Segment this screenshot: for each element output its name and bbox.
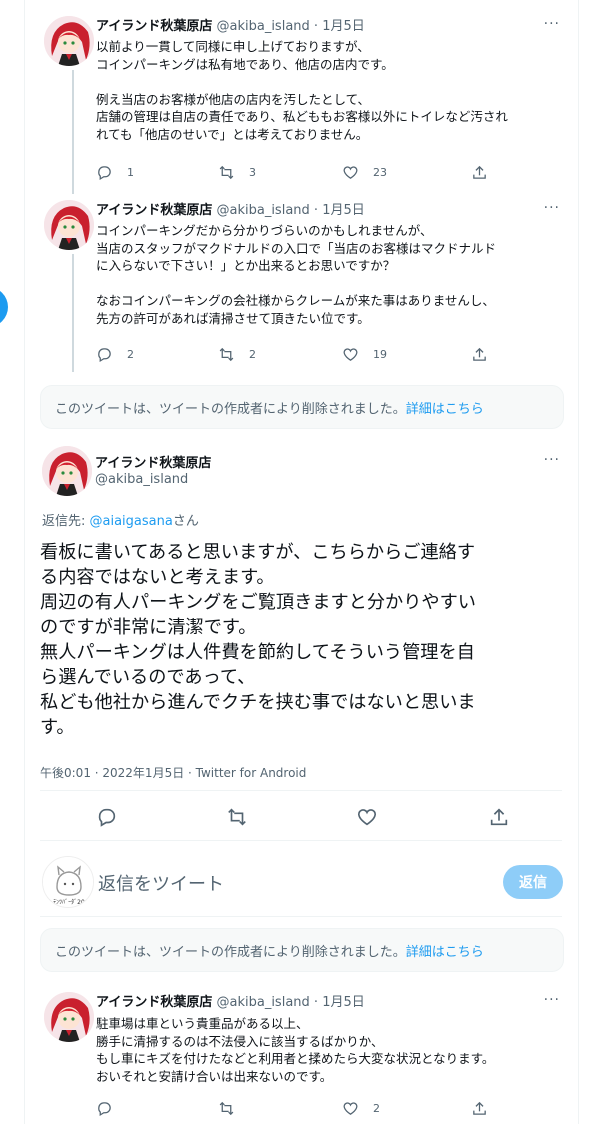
tweet-header: アイランド秋葉原店 @akiba_island · 1月5日 bbox=[96, 994, 365, 1012]
share-button[interactable] bbox=[471, 164, 488, 181]
deleted-notice-text: このツイートは、ツイートの作成者により削除されました。 bbox=[55, 944, 406, 960]
tweet-date[interactable]: 1月5日 bbox=[322, 995, 365, 1010]
tweet-actions: 2 bbox=[96, 1100, 496, 1120]
tweet-text: 以前より一貫して同様に申し上げておりますが、 コインパーキングは私有地であり、他… bbox=[96, 39, 508, 142]
tweet-date[interactable]: 1月5日 bbox=[322, 203, 365, 218]
retweet-count: 3 bbox=[249, 166, 256, 179]
divider bbox=[40, 916, 562, 917]
avatar[interactable] bbox=[44, 200, 94, 250]
main-user-handle[interactable]: @akiba_island bbox=[95, 472, 188, 487]
retweet-button[interactable] bbox=[218, 1100, 249, 1117]
details-link[interactable]: 詳細はこちら bbox=[406, 398, 484, 417]
reply-icon bbox=[98, 808, 116, 827]
display-name[interactable]: アイランド秋葉原店 bbox=[96, 19, 212, 34]
reply-button[interactable] bbox=[96, 806, 118, 828]
reply-mention[interactable]: @aiaigasana bbox=[90, 514, 173, 529]
display-name[interactable]: アイランド秋葉原店 bbox=[96, 995, 212, 1010]
tweet-actions: 2 2 19 bbox=[96, 346, 496, 366]
more-icon[interactable]: ··· bbox=[544, 452, 560, 468]
retweet-button[interactable] bbox=[226, 806, 248, 828]
like-button[interactable] bbox=[356, 806, 378, 828]
tweet-text: 駐車場は車という貴重品がある以上、 勝手に清掃するのは不法侵入に該当するばかりか… bbox=[96, 1016, 495, 1084]
like-icon bbox=[357, 809, 377, 826]
like-count: 19 bbox=[373, 348, 387, 361]
reply-submit-button[interactable]: 返信 bbox=[503, 865, 563, 899]
reply-icon bbox=[98, 348, 111, 363]
retweet-icon bbox=[228, 808, 246, 826]
deleted-tweet-notice: このツイートは、ツイートの作成者により削除されました。 詳細はこちら bbox=[40, 928, 564, 972]
tweet-actions: 1 3 23 bbox=[96, 164, 496, 184]
main-display-name[interactable]: アイランド秋葉原店 bbox=[95, 452, 211, 471]
separator-dot: · bbox=[313, 19, 319, 34]
share-icon bbox=[473, 165, 486, 179]
composer-avatar[interactable]: ﾃﾝﾂﾊﾞｰﾀﾞ20 bbox=[42, 856, 94, 908]
more-icon[interactable]: ··· bbox=[544, 992, 560, 1008]
like-count: 2 bbox=[373, 1102, 380, 1115]
tweet-1[interactable]: アイランド秋葉原店 @akiba_island · 1月5日 ··· 以前より一… bbox=[24, 10, 578, 190]
replying-to: 返信先: @aiaigasanaさん bbox=[42, 510, 199, 529]
composer-avatar-caption: ﾃﾝﾂﾊﾞｰﾀﾞ20 bbox=[53, 899, 85, 906]
share-button[interactable] bbox=[488, 806, 510, 828]
avatar[interactable] bbox=[44, 992, 94, 1042]
tweet-2[interactable]: アイランド秋葉原店 @akiba_island · 1月5日 ··· コインパー… bbox=[24, 194, 578, 374]
more-icon[interactable]: ··· bbox=[544, 200, 560, 216]
divider bbox=[40, 790, 562, 791]
main-tweet-actions bbox=[40, 806, 562, 832]
tweet-date[interactable]: 1月5日 bbox=[322, 19, 365, 34]
retweet-count: 2 bbox=[249, 348, 256, 361]
share-button[interactable] bbox=[471, 346, 488, 363]
like-count: 23 bbox=[373, 166, 387, 179]
retweet-icon bbox=[219, 1101, 234, 1116]
main-avatar[interactable] bbox=[42, 446, 92, 496]
share-button[interactable] bbox=[471, 1100, 488, 1117]
user-handle[interactable]: @akiba_island bbox=[217, 19, 310, 34]
divider bbox=[40, 840, 562, 841]
tweet-header: アイランド秋葉原店 @akiba_island · 1月5日 bbox=[96, 18, 365, 36]
user-handle[interactable]: @akiba_island bbox=[217, 203, 310, 218]
like-icon bbox=[343, 1102, 358, 1115]
retweet-icon bbox=[219, 165, 234, 180]
reply-prefix: 返信先: bbox=[42, 514, 90, 529]
separator-dot: · bbox=[313, 203, 319, 218]
reply-suffix: さん bbox=[172, 514, 199, 529]
like-button[interactable]: 2 bbox=[342, 1100, 380, 1117]
reply-count: 1 bbox=[127, 166, 134, 179]
timeline-border-right bbox=[578, 0, 579, 1124]
like-icon bbox=[343, 166, 358, 179]
reply-button[interactable] bbox=[96, 1100, 127, 1117]
reply-button[interactable]: 2 bbox=[96, 346, 134, 363]
share-icon bbox=[473, 347, 486, 361]
display-name[interactable]: アイランド秋葉原店 bbox=[96, 203, 212, 218]
deleted-notice-text: このツイートは、ツイートの作成者により削除されました。 bbox=[55, 401, 406, 417]
tweet-3[interactable]: アイランド秋葉原店 @akiba_island · 1月5日 ··· 駐車場は車… bbox=[24, 986, 578, 1124]
tweet-meta[interactable]: 午後0:01 · 2022年1月5日 · Twitter for Android bbox=[40, 764, 306, 781]
reply-count: 2 bbox=[127, 348, 134, 361]
compose-fab-edge[interactable] bbox=[0, 287, 8, 327]
more-icon[interactable]: ··· bbox=[544, 16, 560, 32]
main-tweet-text: 看板に書いてあると思いますが、こちらからご連絡す る内容ではないと考えます。 周… bbox=[40, 542, 476, 738]
retweet-icon bbox=[219, 347, 234, 362]
tweet-header: アイランド秋葉原店 @akiba_island · 1月5日 bbox=[96, 202, 365, 220]
deleted-tweet-notice: このツイートは、ツイートの作成者により削除されました。 詳細はこちら bbox=[40, 385, 564, 429]
like-icon bbox=[343, 348, 358, 361]
reply-button[interactable]: 1 bbox=[96, 164, 134, 181]
avatar[interactable] bbox=[44, 16, 94, 66]
retweet-button[interactable]: 2 bbox=[218, 346, 256, 363]
retweet-button[interactable]: 3 bbox=[218, 164, 256, 181]
reply-icon bbox=[98, 1102, 111, 1117]
reply-input[interactable]: 返信をツイート bbox=[98, 870, 224, 896]
like-button[interactable]: 23 bbox=[342, 164, 387, 181]
tweet-text: コインパーキングだから分かりづらいのかもしれませんが、 当店のスタッフがマクドナ… bbox=[96, 223, 497, 326]
share-icon bbox=[473, 1101, 486, 1115]
like-button[interactable]: 19 bbox=[342, 346, 387, 363]
reply-icon bbox=[98, 166, 111, 181]
details-link[interactable]: 詳細はこちら bbox=[406, 941, 484, 960]
separator-dot: · bbox=[313, 995, 319, 1010]
user-handle[interactable]: @akiba_island bbox=[217, 995, 310, 1010]
share-icon bbox=[490, 808, 508, 826]
